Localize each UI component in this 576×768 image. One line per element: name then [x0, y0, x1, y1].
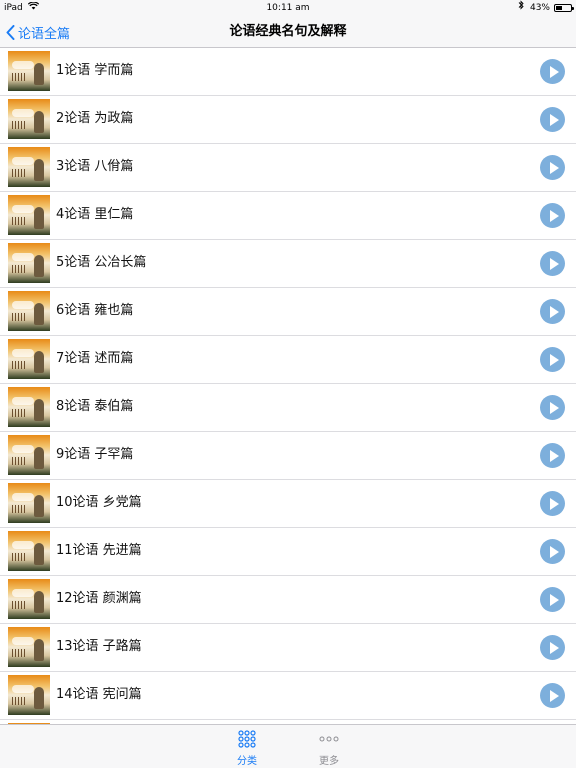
- chapter-title: 4论语 里仁篇: [56, 207, 134, 222]
- play-button[interactable]: [540, 155, 565, 180]
- chapter-title: 11论语 先进篇: [56, 543, 142, 558]
- chapter-thumbnail: [8, 51, 50, 91]
- play-button[interactable]: [540, 347, 565, 372]
- list-item[interactable]: 6论语 雍也篇: [0, 288, 576, 336]
- chapter-title: 14论语 宪问篇: [56, 687, 142, 702]
- play-icon: [549, 161, 559, 174]
- chapter-title: 5论语 公冶长篇: [56, 255, 147, 270]
- list-item[interactable]: 14论语 宪问篇: [0, 672, 576, 720]
- chapter-title: 6论语 雍也篇: [56, 303, 134, 318]
- chapter-thumbnail: [8, 243, 50, 283]
- play-icon: [549, 641, 559, 654]
- list-item[interactable]: 3论语 八佾篇: [0, 144, 576, 192]
- play-icon: [549, 305, 559, 318]
- chapter-title: 8论语 泰伯篇: [56, 399, 134, 414]
- play-button[interactable]: [540, 299, 565, 324]
- list-item[interactable]: 12论语 颜渊篇: [0, 576, 576, 624]
- play-button[interactable]: [540, 491, 565, 516]
- play-button[interactable]: [540, 107, 565, 132]
- play-button[interactable]: [540, 539, 565, 564]
- chapter-list[interactable]: 1论语 学而篇 2论语 为政篇 3论语 八佾篇 4论语 里仁篇 5论语 公冶长篇…: [0, 48, 576, 724]
- page-title: 论语经典名句及解释: [229, 24, 347, 39]
- list-item[interactable]: 4论语 里仁篇: [0, 192, 576, 240]
- status-right: 43%: [518, 0, 574, 16]
- play-icon: [549, 689, 559, 702]
- play-button[interactable]: [540, 203, 565, 228]
- chapter-thumbnail: [8, 387, 50, 427]
- chapter-title: 10论语 乡党篇: [56, 495, 142, 510]
- chapter-thumbnail: [8, 675, 50, 715]
- list-item[interactable]: 11论语 先进篇: [0, 528, 576, 576]
- chapter-title: 1论语 学而篇: [56, 63, 134, 78]
- play-button[interactable]: [540, 683, 565, 708]
- play-icon: [549, 353, 559, 366]
- chapter-thumbnail: [8, 339, 50, 379]
- play-icon: [549, 65, 559, 78]
- list-item[interactable]: 7论语 述而篇: [0, 336, 576, 384]
- tab-category-label: 分类: [237, 756, 257, 767]
- more-dots-icon: [299, 729, 359, 749]
- chapter-thumbnail: [8, 147, 50, 187]
- chapter-title: 2论语 为政篇: [56, 111, 134, 126]
- play-button[interactable]: [540, 443, 565, 468]
- play-icon: [549, 449, 559, 462]
- tab-more-label: 更多: [319, 756, 339, 767]
- play-icon: [549, 497, 559, 510]
- list-item[interactable]: 9论语 子罕篇: [0, 432, 576, 480]
- play-icon: [549, 113, 559, 126]
- tab-bar: 分类 更多: [0, 724, 576, 768]
- play-icon: [549, 257, 559, 270]
- chapter-thumbnail: [8, 579, 50, 619]
- battery-percent: 43%: [529, 3, 550, 13]
- chapter-thumbnail: [8, 435, 50, 475]
- chapter-title: 9论语 子罕篇: [56, 447, 134, 462]
- chapter-title: 7论语 述而篇: [56, 351, 134, 366]
- list-item[interactable]: 10论语 乡党篇: [0, 480, 576, 528]
- play-icon: [549, 401, 559, 414]
- play-button[interactable]: [540, 59, 565, 84]
- app-screen: iPad 10:11 am 43% 论语全篇 论语经典名句及解释 1论语 学而篇…: [0, 0, 576, 768]
- tab-category[interactable]: 分类: [217, 729, 277, 767]
- play-button[interactable]: [540, 251, 565, 276]
- list-item[interactable]: 8论语 泰伯篇: [0, 384, 576, 432]
- play-icon: [549, 593, 559, 606]
- play-button[interactable]: [540, 587, 565, 612]
- chapter-thumbnail: [8, 195, 50, 235]
- tab-more[interactable]: 更多: [299, 729, 359, 767]
- grid-icon: [217, 729, 277, 749]
- list-item[interactable]: 2论语 为政篇: [0, 96, 576, 144]
- chapter-thumbnail: [8, 99, 50, 139]
- chapter-thumbnail: [8, 627, 50, 667]
- list-item[interactable]: 1论语 学而篇: [0, 48, 576, 96]
- battery-icon: [554, 4, 574, 12]
- bluetooth-icon: [518, 0, 524, 16]
- chapter-title: 3论语 八佾篇: [56, 159, 134, 174]
- play-button[interactable]: [540, 395, 565, 420]
- play-icon: [549, 209, 559, 222]
- play-button[interactable]: [540, 635, 565, 660]
- navigation-bar: 论语全篇 论语经典名句及解释: [0, 16, 576, 48]
- chapter-thumbnail: [8, 483, 50, 523]
- battery-fill: [556, 6, 562, 10]
- status-time: 10:11 am: [266, 3, 310, 13]
- chapter-title: 13论语 子路篇: [56, 639, 142, 654]
- chapter-thumbnail: [8, 531, 50, 571]
- chapter-title: 12论语 颜渊篇: [56, 591, 142, 606]
- play-icon: [549, 545, 559, 558]
- list-item[interactable]: 13论语 子路篇: [0, 624, 576, 672]
- status-bar: iPad 10:11 am 43%: [0, 0, 576, 16]
- chapter-thumbnail: [8, 291, 50, 331]
- list-item[interactable]: 5论语 公冶长篇: [0, 240, 576, 288]
